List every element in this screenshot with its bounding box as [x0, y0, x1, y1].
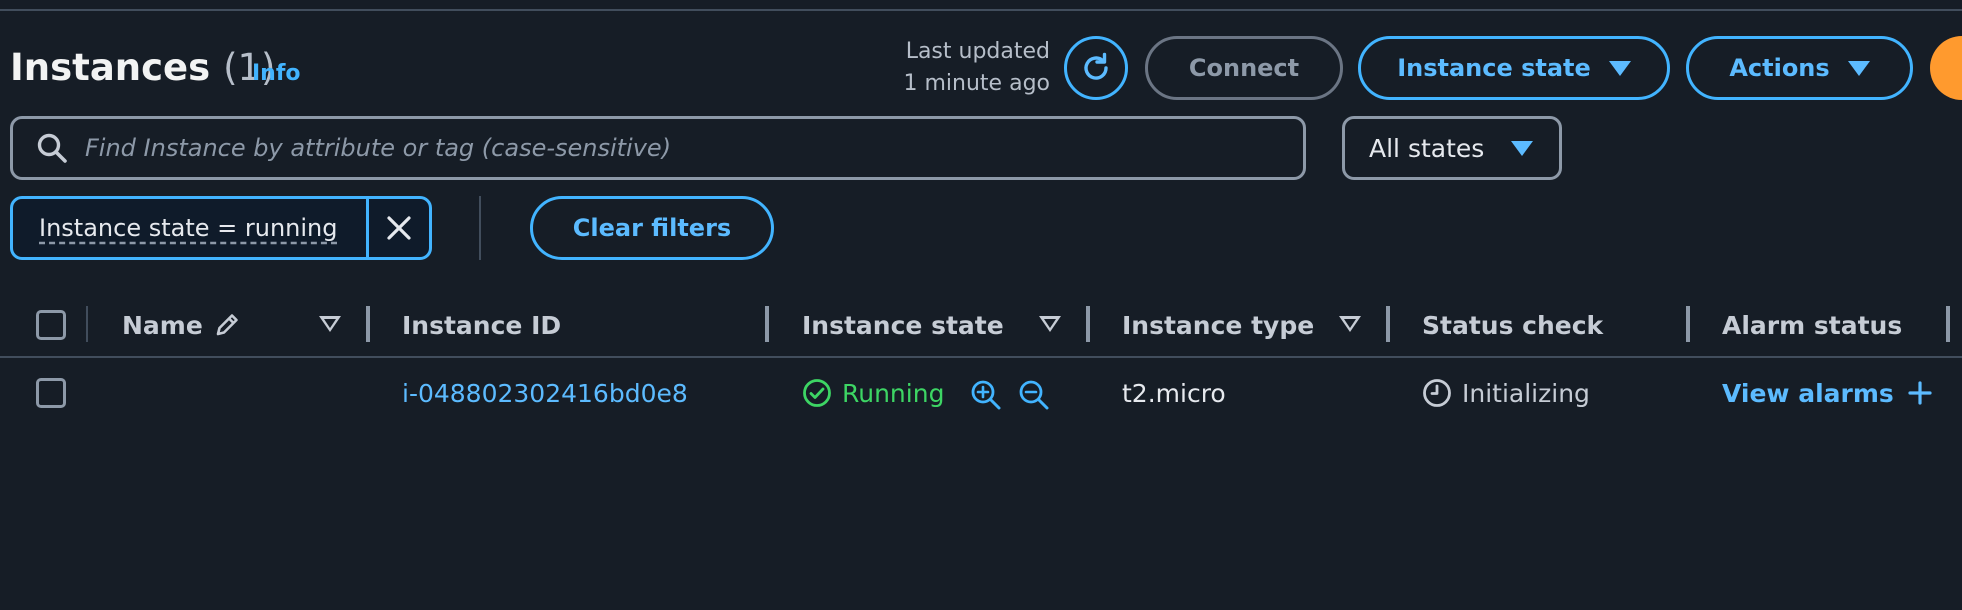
instance-id-link[interactable]: i-048802302416bd0e8 — [402, 358, 688, 428]
caret-down-icon — [1847, 60, 1870, 76]
launch-instances-button[interactable] — [1930, 36, 1962, 100]
cell-instance-type: t2.micro — [1122, 378, 1226, 408]
info-link[interactable]: Info — [252, 60, 301, 88]
filter-token[interactable]: Instance state = running — [10, 196, 432, 260]
select-all-checkbox[interactable] — [36, 310, 66, 340]
filter-divider — [479, 196, 481, 260]
check-circle-icon — [803, 379, 831, 407]
column-divider[interactable] — [765, 306, 769, 342]
zoom-in-icon[interactable] — [970, 379, 1002, 411]
column-divider — [86, 306, 88, 342]
instance-state-text: Running — [842, 378, 945, 408]
column-header-instance-type[interactable]: Instance type — [1122, 294, 1314, 356]
clock-icon — [1423, 379, 1451, 407]
column-header-alarm-status-label: Alarm status — [1722, 310, 1903, 340]
sort-down-icon[interactable] — [319, 316, 341, 332]
column-header-status-check-label: Status check — [1422, 310, 1604, 340]
view-alarms-label: View alarms — [1722, 378, 1894, 408]
cell-status-check: Initializing — [1422, 358, 1590, 428]
refresh-button[interactable] — [1064, 36, 1128, 100]
column-divider[interactable] — [1086, 306, 1090, 342]
column-header-instance-id[interactable]: Instance ID — [402, 294, 561, 356]
pencil-icon — [216, 314, 238, 336]
remove-filter-button[interactable] — [366, 199, 429, 257]
sort-down-icon[interactable] — [1039, 316, 1061, 332]
table-row[interactable]: i-048802302416bd0e8 Running t2.micro Ini… — [0, 358, 1962, 428]
column-header-status-check[interactable]: Status check — [1422, 294, 1603, 356]
instances-table: Name Instance ID Instance state Instance… — [0, 294, 1962, 428]
top-divider — [0, 9, 1962, 11]
connect-button[interactable]: Connect — [1145, 36, 1343, 100]
close-icon — [387, 216, 411, 240]
page-title: Instances (1) — [10, 44, 276, 92]
refresh-icon — [1084, 52, 1108, 80]
column-divider[interactable] — [1386, 306, 1390, 342]
actions-button-label: Actions — [1729, 54, 1830, 82]
states-select-value: All states — [1369, 133, 1485, 163]
last-updated-time: 1 minute ago — [903, 71, 1050, 96]
connect-button-label: Connect — [1188, 54, 1300, 82]
column-header-instance-id-label: Instance ID — [402, 310, 562, 340]
states-select[interactable]: All states — [1342, 116, 1562, 180]
clear-filters-label: Clear filters — [572, 214, 732, 242]
ec2-instances-page: Instances (1) Info Last updated 1 minute… — [0, 0, 1962, 610]
last-updated: Last updated 1 minute ago — [880, 36, 1050, 100]
row-checkbox[interactable] — [36, 378, 66, 408]
search-input[interactable] — [83, 133, 1287, 163]
column-header-instance-state-label: Instance state — [802, 310, 1004, 340]
column-divider[interactable] — [366, 306, 370, 342]
column-header-name-label: Name — [122, 310, 203, 340]
instance-state-button-label: Instance state — [1397, 54, 1591, 82]
search-icon — [37, 133, 67, 163]
instance-state-button[interactable]: Instance state — [1358, 36, 1670, 100]
search-field[interactable] — [10, 116, 1306, 180]
cell-instance-state: Running — [802, 358, 944, 428]
status-check-text: Initializing — [1462, 378, 1590, 408]
clear-filters-button[interactable]: Clear filters — [530, 196, 774, 260]
column-divider[interactable] — [1946, 306, 1950, 342]
sort-down-icon[interactable] — [1339, 316, 1361, 332]
table-header: Name Instance ID Instance state Instance… — [0, 294, 1962, 358]
column-header-instance-state[interactable]: Instance state — [802, 294, 1004, 356]
column-header-instance-type-label: Instance type — [1122, 310, 1315, 340]
view-alarms-link[interactable]: View alarms — [1722, 358, 1932, 428]
plus-icon — [1908, 381, 1932, 405]
column-divider[interactable] — [1686, 306, 1690, 342]
zoom-out-icon[interactable] — [1018, 379, 1050, 411]
actions-button[interactable]: Actions — [1686, 36, 1913, 100]
filter-token-label[interactable]: Instance state = running — [13, 199, 366, 257]
caret-down-icon — [1608, 60, 1631, 76]
page-title-text: Instances — [10, 46, 211, 89]
last-updated-label: Last updated — [905, 39, 1050, 64]
column-header-alarm-status[interactable]: Alarm status — [1722, 294, 1902, 356]
column-header-name[interactable]: Name — [122, 294, 241, 356]
caret-down-icon — [1511, 140, 1533, 156]
